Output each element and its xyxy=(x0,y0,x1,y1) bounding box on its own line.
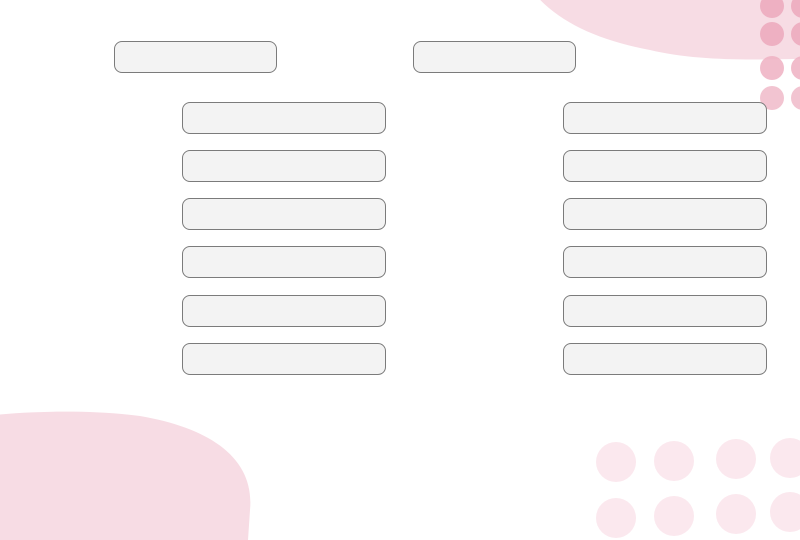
right-field-1[interactable] xyxy=(563,102,767,134)
left-field-6[interactable] xyxy=(182,343,386,375)
dot xyxy=(760,22,784,46)
header-field-right[interactable] xyxy=(413,41,576,73)
dot xyxy=(654,496,694,536)
dot xyxy=(760,0,784,18)
right-field-5[interactable] xyxy=(563,295,767,327)
dot xyxy=(596,498,636,538)
dot xyxy=(791,86,800,110)
right-field-6[interactable] xyxy=(563,343,767,375)
dot xyxy=(791,22,800,46)
decorative-dots-bottom-right xyxy=(0,420,800,538)
right-field-3[interactable] xyxy=(563,198,767,230)
left-field-1[interactable] xyxy=(182,102,386,134)
header-field-left[interactable] xyxy=(114,41,277,73)
dot xyxy=(791,0,800,18)
dot xyxy=(770,492,800,532)
dot xyxy=(770,438,800,478)
dot xyxy=(654,441,694,481)
left-field-4[interactable] xyxy=(182,246,386,278)
dot xyxy=(760,56,784,80)
dot xyxy=(596,442,636,482)
right-field-2[interactable] xyxy=(563,150,767,182)
left-field-3[interactable] xyxy=(182,198,386,230)
left-field-2[interactable] xyxy=(182,150,386,182)
decorative-blob-bottom xyxy=(0,411,251,540)
dot xyxy=(716,494,756,534)
right-field-4[interactable] xyxy=(563,246,767,278)
dot xyxy=(716,439,756,479)
dot xyxy=(791,56,800,80)
left-field-5[interactable] xyxy=(182,295,386,327)
